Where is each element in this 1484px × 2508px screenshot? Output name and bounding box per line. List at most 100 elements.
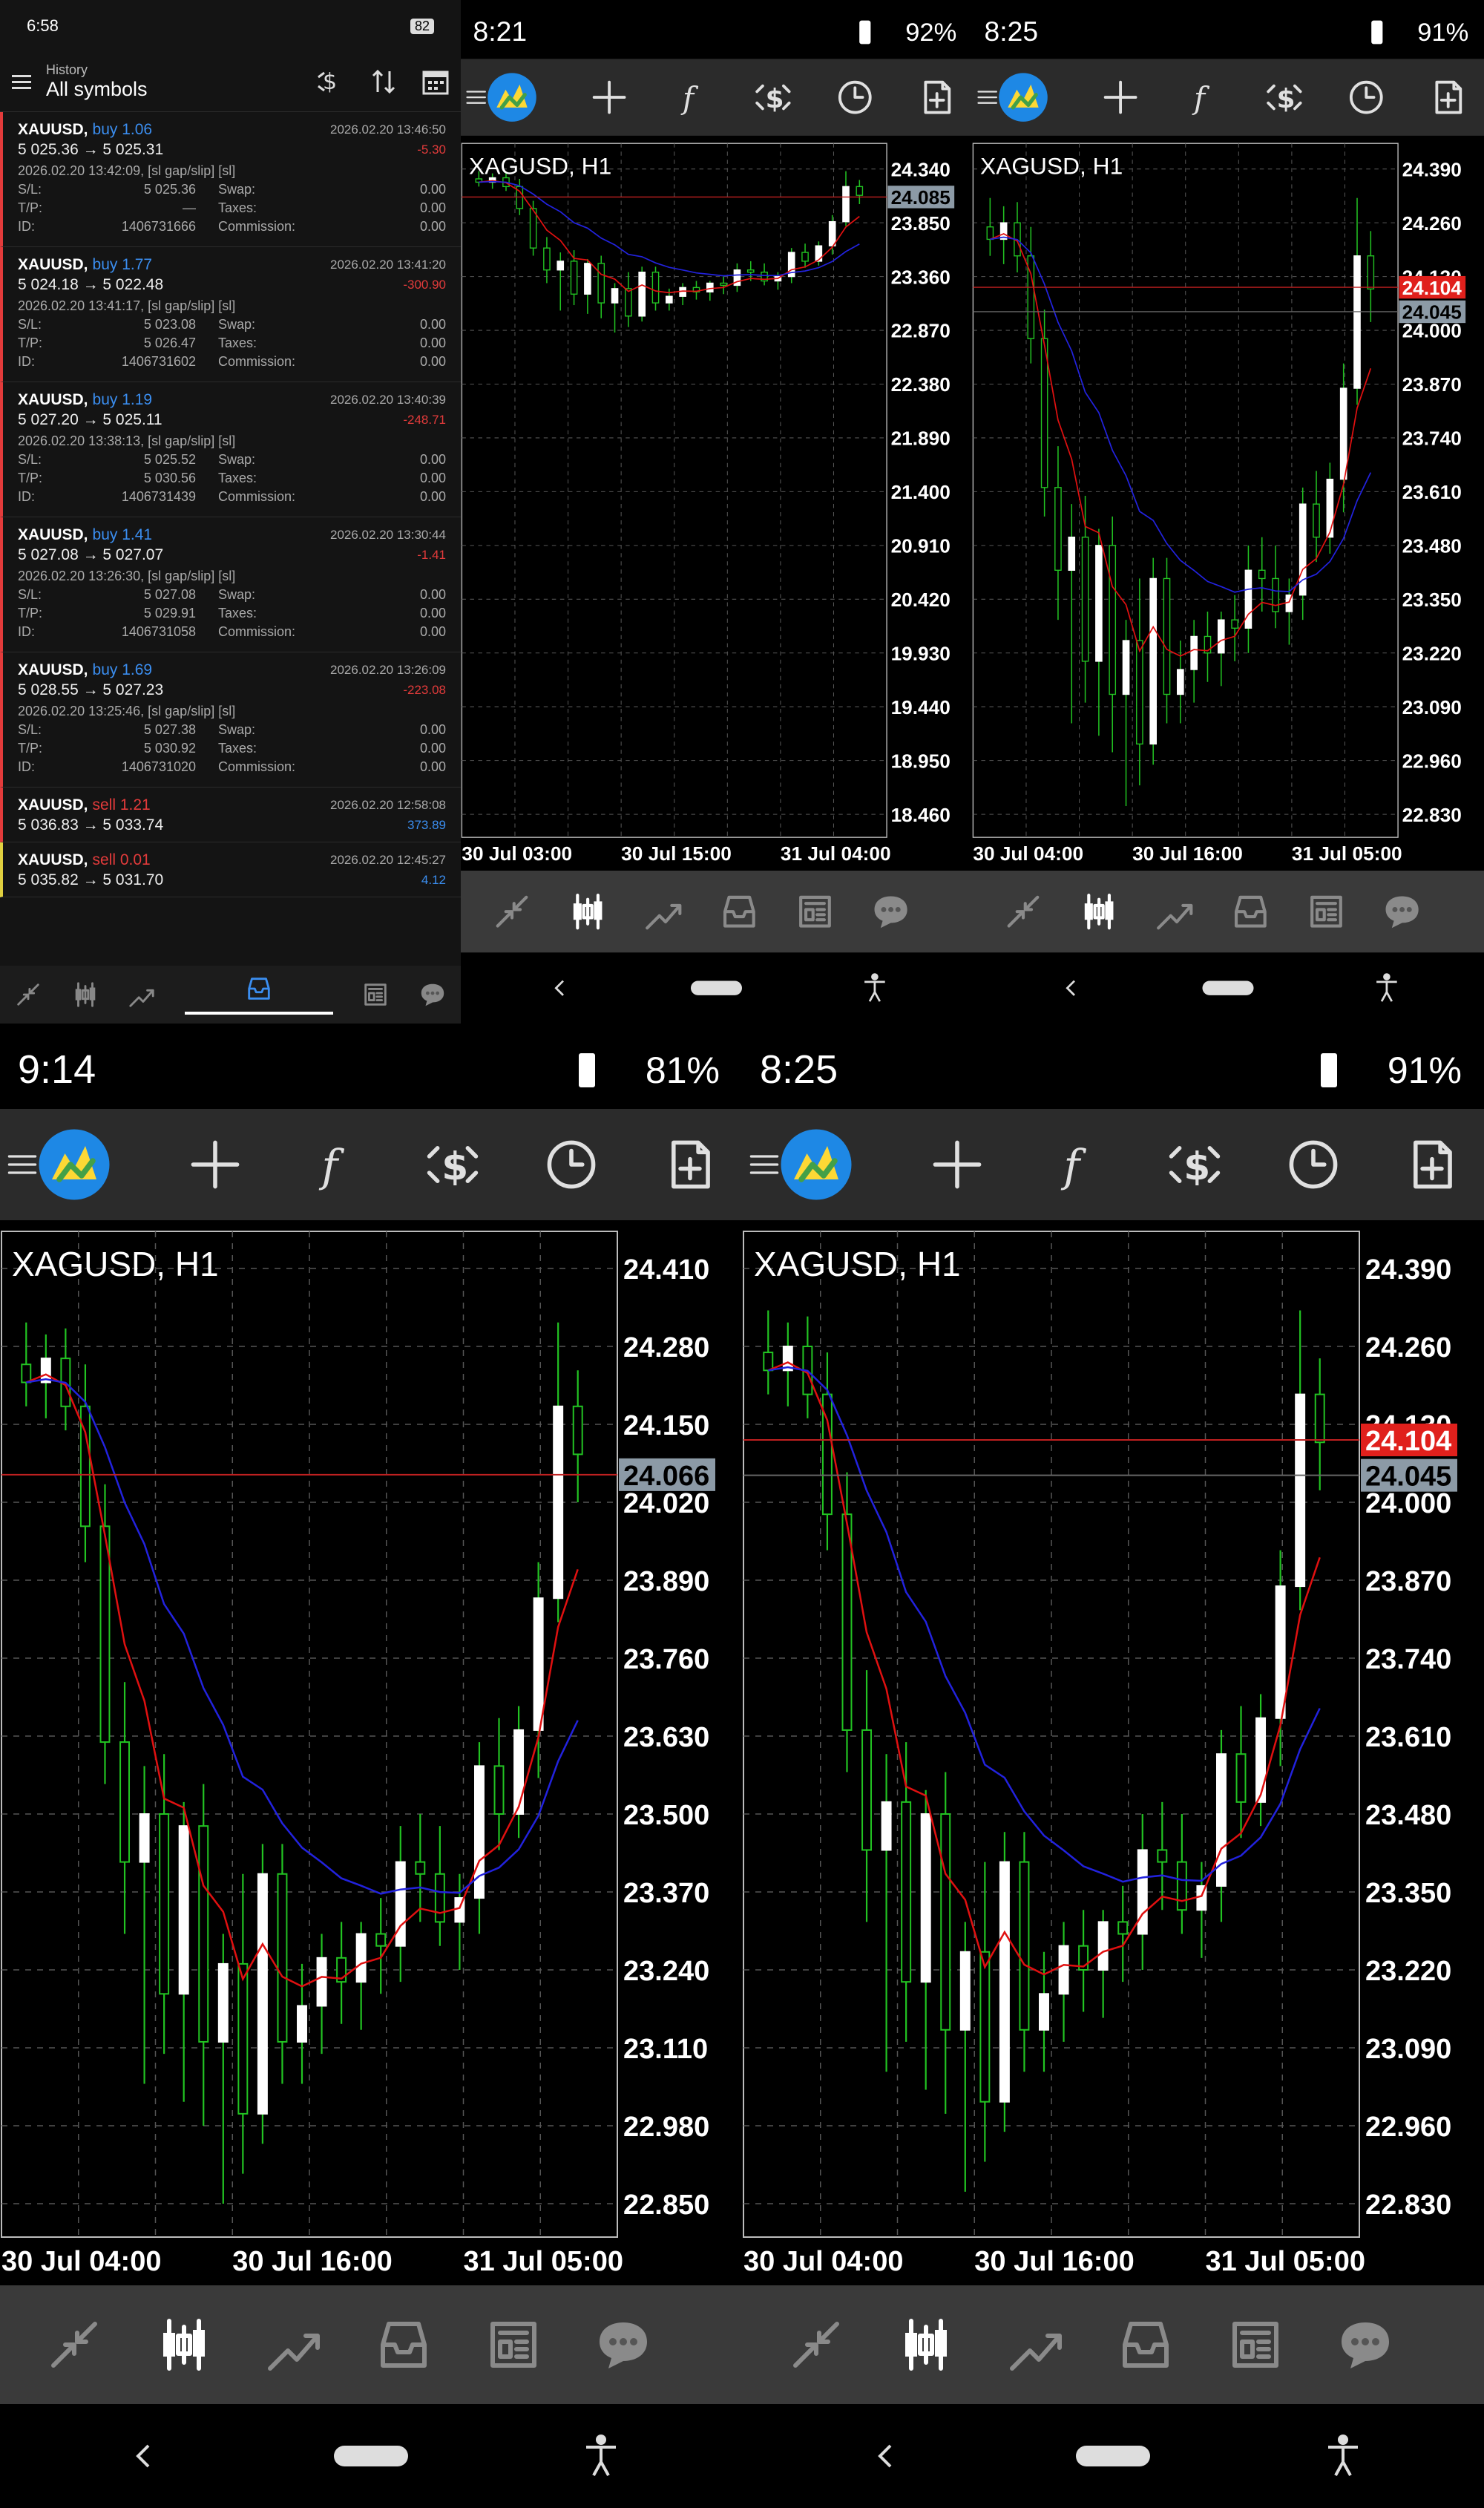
trade-title-line: XAUUSD, buy 1.69 2026.02.20 13:26:09: [18, 660, 446, 681]
messages-icon[interactable]: [418, 980, 447, 1009]
chart-icon[interactable]: [1084, 894, 1114, 930]
mt-logo-icon[interactable]: [487, 73, 536, 122]
history-icon[interactable]: [245, 975, 273, 1003]
price-axis-label: 22.380: [891, 373, 951, 396]
trade-prices: 5 025.36 → 5 025.31: [18, 141, 164, 158]
bottom-nav-item[interactable]: [14, 980, 42, 1009]
candle-body: [706, 282, 714, 292]
candle-body: [434, 1873, 445, 1923]
chart-canvas[interactable]: 8:21 92%f $24.34023.85023.36022.87022.3802…: [461, 0, 972, 1024]
history-trade-row[interactable]: XAUUSD, sell 1.21 2026.02.20 12:58:08 5 036…: [0, 788, 461, 842]
detail-label: Swap:: [218, 317, 256, 332]
menu-icon[interactable]: [10, 71, 33, 93]
mt-logo-icon[interactable]: [39, 1129, 110, 1200]
chart-screen: 8:21 92% f $24.340 23.850 23.360 22.870 22.380 2…: [461, 0, 972, 1024]
candle-body: [763, 1352, 774, 1372]
trade-prices: 5 027.20 → 5 025.11: [18, 411, 162, 428]
detail-label: S/L:: [18, 317, 42, 332]
history-header: History All symbols $: [0, 52, 461, 111]
news-icon[interactable]: [361, 980, 390, 1009]
mt-logo-icon[interactable]: [781, 1129, 852, 1200]
trade-price-line: 5 025.36 → 5 025.31 -5.30: [18, 140, 446, 160]
trade-prices: 5 028.55 → 5 027.23: [18, 681, 164, 698]
home-button[interactable]: [1076, 2446, 1150, 2466]
candle-body: [119, 1741, 131, 1863]
price-axis-label: 23.350: [1365, 1878, 1451, 1909]
bottom-nav-item[interactable]: [128, 980, 156, 1009]
status-bar: [972, 0, 1484, 59]
calendar-icon[interactable]: [421, 67, 450, 96]
detail-value: 1406731666: [121, 219, 196, 234]
trade-symbol: XAUUSD,: [18, 661, 88, 678]
time-axis-label: 30 Jul 16:00: [232, 2246, 392, 2277]
detail-label: ID:: [18, 489, 36, 504]
price-axis-label: 22.960: [1402, 750, 1462, 772]
trade-side-volume: buy 1.19: [92, 391, 153, 408]
history-trade-row[interactable]: XAUUSD, buy 1.06 2026.02.20 13:46:50 5 025.…: [0, 112, 461, 247]
time-axis-label: 30 Jul 04:00: [973, 842, 1083, 865]
price-axis-label: 23.480: [1365, 1800, 1451, 1831]
sort-icon[interactable]: [369, 67, 398, 96]
bottom-nav-item[interactable]: [361, 980, 390, 1009]
trade-symbol-group: XAUUSD, buy 1.77: [18, 256, 152, 274]
price-axis-label: 24.280: [623, 1332, 709, 1363]
chart-icon[interactable]: [905, 2319, 947, 2371]
home-button[interactable]: [1202, 980, 1254, 995]
history-trade-row[interactable]: XAUUSD, buy 1.19 2026.02.20 13:40:39 5 027.…: [0, 382, 461, 517]
detail-value: 5 023.08: [143, 317, 196, 332]
chart-symbol-label: XAGUSD, H1: [754, 1245, 961, 1283]
trade-prices: 5 036.83 → 5 033.74: [18, 816, 164, 834]
detail-value: 0.00: [419, 624, 446, 639]
currency-filter-icon[interactable]: $: [317, 67, 347, 96]
candle-body: [1255, 1717, 1267, 1803]
bottom-nav-item[interactable]: [184, 975, 333, 1015]
mt-logo-icon[interactable]: [999, 73, 1048, 122]
candle-body: [1149, 577, 1158, 745]
home-button[interactable]: [691, 980, 742, 995]
candle-body: [1058, 1945, 1069, 1995]
chart-icon[interactable]: [573, 894, 603, 930]
status-time: 8:25: [985, 16, 1039, 47]
candle-body: [21, 1363, 32, 1384]
price-axis-label: 22.830: [1402, 804, 1462, 826]
home-button[interactable]: [334, 2446, 408, 2466]
history-trade-row[interactable]: XAUUSD, buy 1.41 2026.02.20 13:30:44 5 027.…: [0, 517, 461, 652]
chart-canvas[interactable]: 8:2591%f$24.39024.26024.13024.00023.8702…: [742, 1024, 1484, 2508]
history-trade-row[interactable]: XAUUSD, buy 1.69 2026.02.20 13:26:09 5 028.…: [0, 652, 461, 788]
detail-value: 1406731439: [121, 489, 196, 504]
trade-symbol: XAUUSD,: [18, 851, 88, 868]
bottom-nav-item[interactable]: [418, 980, 447, 1009]
history-trade-row[interactable]: XAUUSD, buy 1.77 2026.02.20 13:41:20 5 024.…: [0, 247, 461, 382]
price-axis-label: 24.390: [1365, 1254, 1451, 1286]
price-axis-label: 24.150: [623, 1410, 709, 1441]
candle-body: [355, 1933, 367, 1983]
trade-symbol: XAUUSD,: [18, 526, 88, 543]
price-axis-label: 22.830: [1365, 2190, 1451, 2221]
candle-body: [493, 1765, 505, 1815]
chart-canvas[interactable]: 8:2591%f$24.39024.26024.13024.00023.8702…: [972, 0, 1484, 1024]
chart-toolbar: [0, 1109, 742, 1220]
detail-label: S/L:: [18, 722, 42, 737]
quotes-icon[interactable]: [14, 980, 42, 1009]
history-trade-row[interactable]: XAUUSD, sell 0.01 2026.02.20 12:45:27 5 035…: [0, 842, 461, 897]
battery-level: 81%: [646, 1050, 720, 1091]
svg-text:$: $: [1183, 1145, 1210, 1189]
trade-symbol-group: XAUUSD, buy 1.69: [18, 661, 152, 679]
trade-close-time: 2026.02.20 13:41:20: [330, 258, 446, 272]
chart-icon[interactable]: [163, 2319, 205, 2371]
chart-icon[interactable]: [71, 980, 99, 1009]
status-bar: [0, 1024, 742, 1109]
trade-tab-icon[interactable]: [128, 980, 156, 1009]
trade-prices: 5 035.82 → 5 031.70: [18, 871, 164, 888]
candle-body: [1176, 1861, 1187, 1911]
header-title[interactable]: All symbols: [46, 78, 148, 101]
trade-close-time: 2026.02.20 13:46:50: [330, 122, 446, 137]
detail-label: ID:: [18, 354, 36, 369]
candle-body: [1314, 1393, 1325, 1444]
chart-canvas[interactable]: 9:14 81%f $24.41024.28024.15024.02023.8902…: [0, 1024, 742, 2508]
price-axis-label: 23.610: [1365, 1722, 1451, 1753]
candle-body: [1068, 537, 1076, 571]
price-axis-label: 24.020: [623, 1488, 709, 1519]
candle-body: [959, 1951, 971, 2031]
bottom-nav-item[interactable]: [71, 980, 99, 1009]
